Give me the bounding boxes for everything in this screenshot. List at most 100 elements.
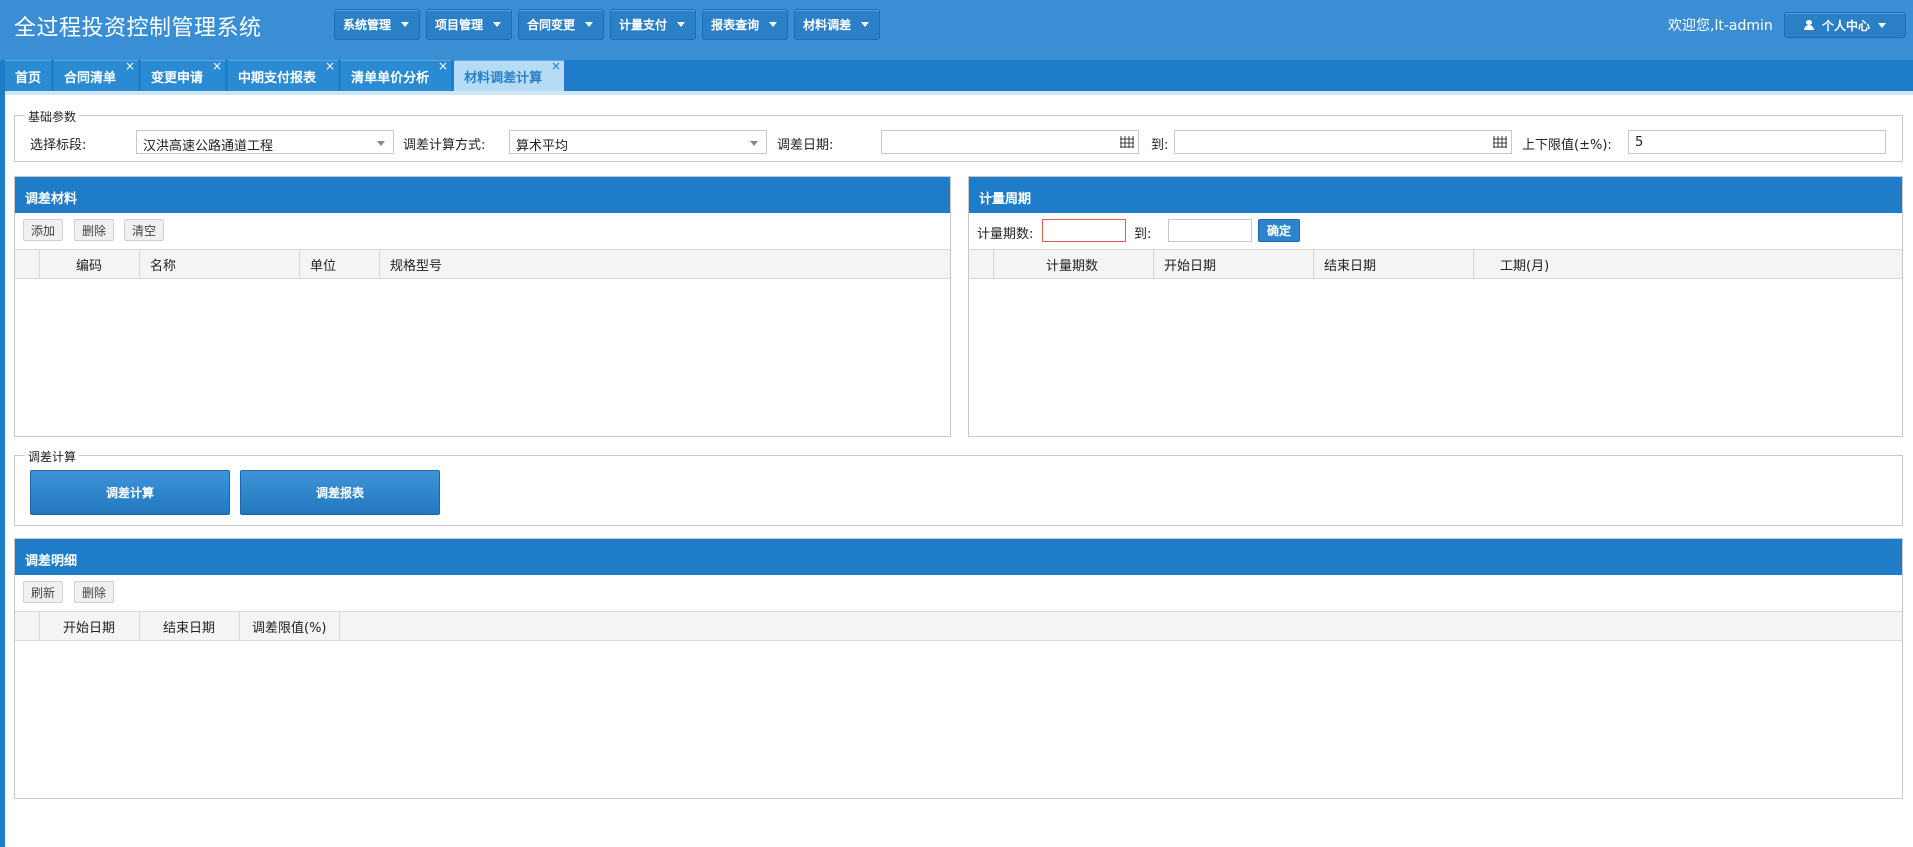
date-to-label: 到: (1151, 138, 1169, 153)
menu-system[interactable]: 系统管理 (334, 9, 421, 40)
materials-panel: 调差材料 添加 删除 清空 编码 名称 单位 规格型号 (14, 176, 951, 437)
chevron-down-icon (493, 22, 502, 27)
calendar-icon[interactable] (1493, 136, 1507, 148)
calc-legend: 调差计算 (25, 448, 80, 465)
detail-panel: 调差明细 刷新 删除 开始日期 结束日期 调差限值(%) (14, 538, 1903, 799)
menu-label: 系统管理 (343, 18, 392, 32)
limit-input[interactable]: 5 (1628, 130, 1886, 154)
period-to-label: 到: (1134, 227, 1152, 242)
tab-change-request[interactable]: 变更申请 × (141, 59, 226, 91)
report-button[interactable]: 调差报表 (240, 470, 440, 515)
menu-label: 合同变更 (527, 18, 576, 32)
close-icon[interactable]: × (125, 59, 135, 73)
section-select-value: 汉洪高速公路通道工程 (143, 139, 274, 154)
column-header[interactable]: 编码 (40, 250, 140, 278)
top-header: 全过程投资控制管理系统 系统管理 项目管理 合同变更 计量支付 报表查询 材料调… (0, 0, 1913, 60)
menu-label: 计量支付 (619, 18, 668, 32)
period-start-input[interactable] (1042, 219, 1126, 242)
tab-label: 合同清单 (64, 70, 117, 86)
close-icon[interactable]: × (551, 59, 561, 73)
close-icon[interactable]: × (438, 59, 448, 73)
menu-reports[interactable]: 报表查询 (702, 9, 789, 40)
close-icon[interactable]: × (212, 59, 222, 73)
refresh-button[interactable]: 刷新 (23, 581, 64, 603)
calc-button[interactable]: 调差计算 (30, 470, 230, 515)
tab-material-adjust-calc[interactable]: 材料调差计算 × (454, 59, 565, 91)
column-header[interactable]: 调差限值(%) (240, 612, 340, 640)
add-button[interactable]: 添加 (23, 219, 64, 241)
tab-bar: 首页 合同清单 × 变更申请 × 中期支付报表 × 清单单价分析 × 材料调差计算 × (0, 59, 1913, 91)
column-header[interactable]: 结束日期 (140, 612, 240, 640)
materials-toolbar: 添加 删除 清空 (15, 213, 950, 249)
column-header[interactable]: 开始日期 (1154, 250, 1314, 278)
row-number-column (969, 250, 994, 278)
detail-panel-title: 调差明细 (15, 539, 1902, 575)
column-header[interactable]: 计量期数 (994, 250, 1154, 278)
user-center-button[interactable]: 个人中心 (1784, 12, 1906, 38)
tab-label: 材料调差计算 (464, 70, 543, 86)
section-select[interactable]: 汉洪高速公路通道工程 (136, 130, 394, 154)
delete-detail-button[interactable]: 删除 (74, 581, 115, 603)
delete-button[interactable]: 删除 (74, 219, 115, 241)
method-select[interactable]: 算术平均 (509, 130, 767, 154)
limit-input-value: 5 (1635, 135, 1644, 150)
method-select-value: 算术平均 (516, 139, 569, 154)
chevron-down-icon (677, 22, 686, 27)
start-date-input[interactable] (881, 130, 1139, 154)
section-label: 选择标段: (30, 138, 87, 153)
chevron-down-icon (769, 22, 778, 27)
period-panel: 计量周期 计量期数: 到: 确定 计量期数 开始日期 结束日期 工期(月) (968, 176, 1903, 437)
tab-contract-list[interactable]: 合同清单 × (54, 59, 139, 91)
date-label: 调差日期: (777, 138, 834, 153)
base-params-legend: 基础参数 (25, 108, 80, 125)
chevron-down-icon (585, 22, 594, 27)
chevron-down-icon (750, 141, 758, 146)
materials-panel-title: 调差材料 (15, 177, 950, 213)
chevron-down-icon (1878, 22, 1886, 28)
column-header[interactable]: 规格型号 (380, 250, 950, 278)
close-icon[interactable]: × (325, 59, 335, 73)
detail-grid-header: 开始日期 结束日期 调差限值(%) (15, 611, 1902, 641)
user-center-label: 个人中心 (1821, 18, 1870, 33)
column-header[interactable]: 单位 (300, 250, 380, 278)
app-title: 全过程投资控制管理系统 (14, 16, 262, 41)
menu-project[interactable]: 项目管理 (426, 9, 513, 40)
menu-payment[interactable]: 计量支付 (610, 9, 697, 40)
detail-toolbar: 刷新 删除 (15, 575, 1902, 611)
column-header[interactable]: 名称 (140, 250, 300, 278)
left-strip (0, 91, 5, 847)
chevron-down-icon (377, 141, 385, 146)
tab-interim-payment[interactable]: 中期支付报表 × (228, 59, 339, 91)
user-icon (1803, 20, 1814, 30)
tab-home[interactable]: 首页 (5, 60, 52, 91)
tab-label: 清单单价分析 (351, 70, 430, 86)
welcome-text: 欢迎您,lt-admin (1668, 18, 1773, 34)
chevron-down-icon (861, 22, 870, 27)
column-header[interactable]: 开始日期 (40, 612, 140, 640)
period-toolbar: 计量期数: 到: 确定 (969, 213, 1902, 249)
row-number-column (15, 250, 40, 278)
clear-button[interactable]: 清空 (124, 219, 165, 241)
menu-label: 材料调差 (803, 18, 852, 32)
period-end-input[interactable] (1168, 219, 1252, 242)
chevron-down-icon (401, 22, 410, 27)
period-count-label: 计量期数: (977, 227, 1034, 242)
column-header[interactable]: 结束日期 (1314, 250, 1474, 278)
row-number-column (15, 612, 40, 640)
calendar-icon[interactable] (1120, 136, 1134, 148)
materials-grid-header: 编码 名称 单位 规格型号 (15, 249, 950, 279)
menu-label: 项目管理 (435, 18, 484, 32)
menu-material-adjust[interactable]: 材料调差 (794, 9, 881, 40)
base-params-fieldset: 基础参数 选择标段: 汉洪高速公路通道工程 调差计算方式: 算术平均 调差日期:… (14, 108, 1903, 162)
end-date-input[interactable] (1174, 130, 1512, 154)
limit-label: 上下限值(±%): (1522, 138, 1612, 153)
period-panel-title: 计量周期 (969, 177, 1902, 213)
column-header[interactable]: 工期(月) (1474, 250, 1902, 278)
tab-unit-price-analysis[interactable]: 清单单价分析 × (341, 59, 452, 91)
main-menu: 系统管理 项目管理 合同变更 计量支付 报表查询 材料调差 (334, 9, 881, 40)
confirm-button[interactable]: 确定 (1258, 219, 1301, 242)
period-grid-header: 计量期数 开始日期 结束日期 工期(月) (969, 249, 1902, 279)
tab-label: 变更申请 (151, 70, 204, 86)
menu-label: 报表查询 (711, 18, 760, 32)
menu-contract-change[interactable]: 合同变更 (518, 9, 605, 40)
